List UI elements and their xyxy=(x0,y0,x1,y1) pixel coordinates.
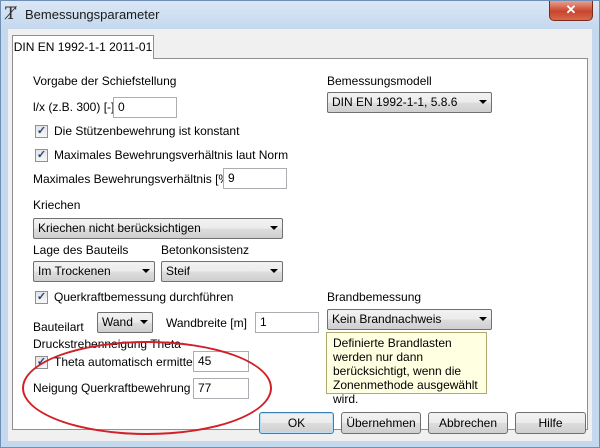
max-norm-checkbox[interactable]: ✓ xyxy=(35,149,48,162)
stuetzen-konstant-checkbox[interactable]: ✓ xyxy=(35,125,48,138)
close-icon: ✕ xyxy=(565,2,577,17)
uebernehmen-button[interactable]: Übernehmen xyxy=(341,412,421,434)
chevron-down-icon xyxy=(142,269,150,273)
dialog-client-area: DIN EN 1992-1-1 2011-01 Vorgabe der Schi… xyxy=(8,29,592,441)
brand-hint-tooltip: Definierte Brandlasten werden nur dann b… xyxy=(326,332,487,406)
betonkonsistenz-value: Steif xyxy=(166,264,191,278)
lage-select[interactable]: Im Trockenen xyxy=(33,261,155,282)
lage-value: Im Trockenen xyxy=(38,264,111,278)
bemessungsmodell-select[interactable]: DIN EN 1992-1-1, 5.8.6 xyxy=(327,92,492,113)
chevron-down-icon xyxy=(479,100,487,104)
druckstrebe-heading: Druckstrebenneigung Theta xyxy=(33,337,181,351)
bemessungsmodell-value: DIN EN 1992-1-1, 5.8.6 xyxy=(332,95,458,109)
betonkonsistenz-label: Betonkonsistenz xyxy=(161,243,250,257)
bemessungsmodell-label: Bemessungsmodell xyxy=(327,74,432,88)
bauteilart-select[interactable]: Wand xyxy=(97,312,153,333)
brandbemessung-select[interactable]: Kein Brandnachweis xyxy=(327,309,492,330)
lx-input[interactable]: 0 xyxy=(113,97,177,118)
dialog-window: Ⱦ Bemessungsparameter ✕ DIN EN 1992-1-1 … xyxy=(0,0,600,448)
ok-button[interactable]: OK xyxy=(259,412,334,434)
stuetzen-konstant-label: Die Stützenbewehrung ist konstant xyxy=(54,124,240,138)
neigung-label: Neigung Querkraftbewehrung [°] xyxy=(33,381,206,395)
hilfe-button[interactable]: Hilfe xyxy=(515,412,586,434)
chevron-down-icon xyxy=(140,320,148,324)
chevron-down-icon xyxy=(270,269,278,273)
close-button[interactable]: ✕ xyxy=(549,1,593,21)
lage-label: Lage des Bauteils xyxy=(33,243,129,257)
kriechen-label: Kriechen xyxy=(33,198,81,212)
max-norm-label: Maximales Bewehrungsverhältnis laut Norm xyxy=(54,148,289,162)
schiefstellung-heading: Vorgabe der Schiefstellung xyxy=(33,74,177,88)
window-title: Bemessungsparameter xyxy=(25,7,160,22)
chevron-down-icon xyxy=(270,226,278,230)
max-ratio-input[interactable]: 9 xyxy=(223,168,287,189)
theta-auto-checkbox[interactable]: ✓ xyxy=(35,356,48,369)
querkraft-checkbox[interactable]: ✓ xyxy=(35,291,48,304)
kriechen-select[interactable]: Kriechen nicht berücksichtigen xyxy=(33,218,283,239)
querkraft-label: Querkraftbemessung durchführen xyxy=(54,290,234,304)
bauteilart-label: Bauteilart xyxy=(33,320,84,334)
brandbemessung-label: Brandbemessung xyxy=(327,290,422,304)
tab-panel: Vorgabe der Schiefstellung l/x (z.B. 300… xyxy=(12,58,588,430)
max-ratio-label: Maximales Bewehrungsverhältnis [%] xyxy=(33,172,233,186)
bauteilart-value: Wand xyxy=(102,315,133,329)
kriechen-value: Kriechen nicht berücksichtigen xyxy=(38,221,201,235)
betonkonsistenz-select[interactable]: Steif xyxy=(161,261,283,282)
theta-input[interactable]: 45 xyxy=(193,351,249,372)
abbrechen-button[interactable]: Abbrechen xyxy=(428,412,508,434)
theta-auto-label: Theta automatisch ermitteln xyxy=(54,355,203,369)
chevron-down-icon xyxy=(479,317,487,321)
brandbemessung-value: Kein Brandnachweis xyxy=(332,312,442,326)
beam-symbol-icon: Ⱦ xyxy=(5,4,17,24)
neigung-input[interactable]: 77 xyxy=(193,378,249,399)
tab-din-en-1992[interactable]: DIN EN 1992-1-1 2011-01 xyxy=(12,35,154,59)
lx-label: l/x (z.B. 300) [-] xyxy=(33,100,115,114)
wandbreite-input[interactable]: 1 xyxy=(255,312,319,333)
title-bar[interactable]: Ⱦ Bemessungsparameter ✕ xyxy=(1,1,599,29)
wandbreite-label: Wandbreite [m] xyxy=(166,316,247,330)
